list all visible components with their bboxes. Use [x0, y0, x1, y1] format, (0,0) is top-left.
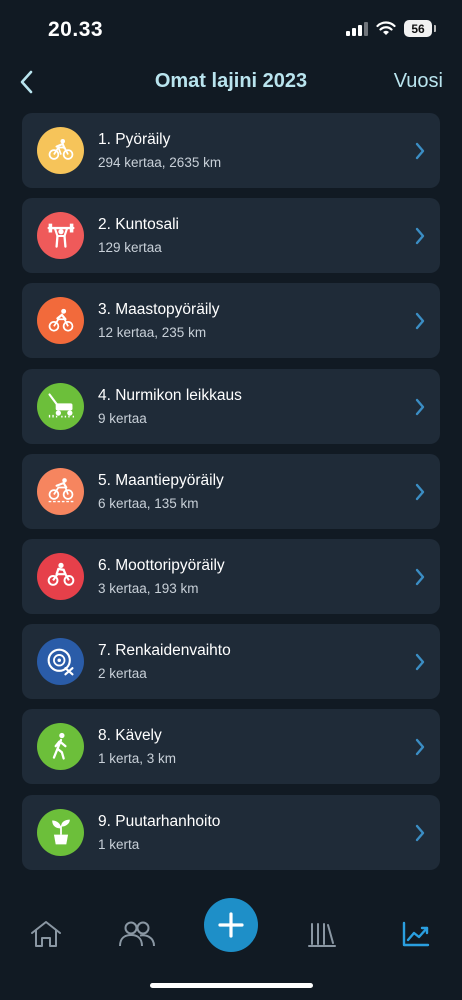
- plant-icon: [51, 819, 70, 845]
- bicycle-icon: [48, 138, 73, 160]
- activity-title: 9. Puutarhanhoito: [98, 812, 221, 830]
- activity-card[interactable]: 4. Nurmikon leikkaus 9 kertaa: [22, 368, 440, 444]
- activity-card[interactable]: 3. Maastopyöräily 12 kertaa, 235 km: [22, 283, 440, 359]
- activity-title: 6. Moottoripyöräily: [98, 556, 225, 574]
- activity-summary: 1 kerta: [98, 836, 140, 852]
- chevron-right-icon: [415, 227, 425, 245]
- nav-bar: Omat lajini 2023 Vuosi: [0, 60, 462, 104]
- activity-list: 1. Pyöräily 294 kertaa, 2635 km 2. Kuntosa…: [22, 113, 440, 880]
- plus-icon: [218, 912, 244, 938]
- activity-summary: 3 kertaa, 193 km: [98, 580, 199, 596]
- chevron-right-icon: [415, 398, 425, 415]
- activity-title: 8. Kävely: [98, 727, 162, 745]
- lawn-mower-icon: [47, 393, 74, 418]
- chevron-right-icon: [415, 313, 425, 330]
- activity-title: 5. Maantiepyöräily: [98, 471, 224, 489]
- books-icon: [308, 923, 336, 947]
- battery-icon: 56: [404, 20, 436, 37]
- chevron-right-icon: [415, 824, 425, 841]
- wifi-icon: [376, 21, 396, 35]
- activity-icon-badge: [37, 212, 84, 260]
- activity-card[interactable]: 6. Moottoripyöräily 3 kertaa, 193 km: [22, 538, 440, 614]
- activity-icon-badge: [37, 808, 84, 856]
- activity-summary: 1 kerta, 3 km: [98, 751, 177, 767]
- activity-card[interactable]: 8. Kävely 1 kerta, 3 km: [22, 709, 440, 785]
- signal-icon: [346, 21, 368, 36]
- activity-summary: 2 kertaa: [98, 666, 147, 682]
- trend-chart-icon: [402, 921, 430, 947]
- activity-card[interactable]: 9. Puutarhanhoito 1 kerta: [22, 794, 440, 870]
- chevron-right-icon: [415, 142, 425, 160]
- activity-icon-badge: [37, 467, 84, 515]
- chevron-right-icon: [415, 739, 425, 756]
- activity-summary: 6 kertaa, 135 km: [98, 495, 199, 511]
- activity-icon-badge: [37, 382, 84, 430]
- people-icon: [119, 921, 155, 947]
- year-button[interactable]: Vuosi: [394, 70, 443, 93]
- activity-icon-badge: [37, 638, 84, 686]
- activity-icon-badge: [37, 297, 84, 345]
- chevron-right-icon: [415, 568, 425, 586]
- activity-title: 2. Kuntosali: [98, 216, 179, 234]
- tab-stats[interactable]: [394, 912, 438, 956]
- screen: 20.33 56 Omat lajini 2023 Vuosi 1. Pyörä…: [0, 0, 462, 1000]
- activity-summary: 129 kertaa: [98, 240, 162, 256]
- tab-bar: [0, 885, 462, 1000]
- activity-card[interactable]: 5. Maantiepyöräily 6 kertaa, 135 km: [22, 453, 440, 529]
- home-icon: [31, 921, 61, 947]
- chevron-right-icon: [415, 483, 425, 500]
- activity-icon-badge: [37, 552, 84, 600]
- activity-summary: 294 kertaa, 2635 km: [98, 155, 222, 170]
- add-button[interactable]: [204, 898, 258, 952]
- walking-icon: [52, 732, 67, 760]
- status-icons: 56: [346, 20, 436, 37]
- activity-summary: 9 kertaa: [98, 410, 147, 426]
- activity-card[interactable]: 1. Pyöräily 294 kertaa, 2635 km: [22, 113, 440, 188]
- page-title: Omat lajini 2023: [154, 70, 308, 92]
- activity-icon-badge: [37, 127, 84, 174]
- home-indicator: [150, 983, 313, 988]
- activity-title: 3. Maastopyöräily: [98, 301, 220, 319]
- tab-diary[interactable]: [300, 912, 344, 956]
- weightlifting-icon: [47, 223, 74, 248]
- activity-card[interactable]: 2. Kuntosali 129 kertaa: [22, 198, 440, 274]
- activity-icon-badge: [37, 723, 84, 771]
- mountain-bike-icon: [48, 308, 73, 332]
- motorcycle-icon: [47, 563, 74, 587]
- tire-change-icon: [47, 648, 74, 676]
- tab-home[interactable]: [24, 912, 68, 956]
- chevron-right-icon: [415, 653, 425, 671]
- activity-card[interactable]: 7. Renkaidenvaihto 2 kertaa: [22, 624, 440, 700]
- road-bike-icon: [48, 478, 73, 503]
- activity-summary: 12 kertaa, 235 km: [98, 325, 207, 341]
- activity-title: 1. Pyöräily: [98, 131, 171, 148]
- status-bar: 20.33 56: [0, 0, 462, 56]
- tab-friends[interactable]: [115, 912, 159, 956]
- activity-title: 7. Renkaidenvaihto: [98, 642, 231, 660]
- status-time: 20.33: [48, 18, 104, 41]
- activity-title: 4. Nurmikon leikkaus: [98, 386, 242, 404]
